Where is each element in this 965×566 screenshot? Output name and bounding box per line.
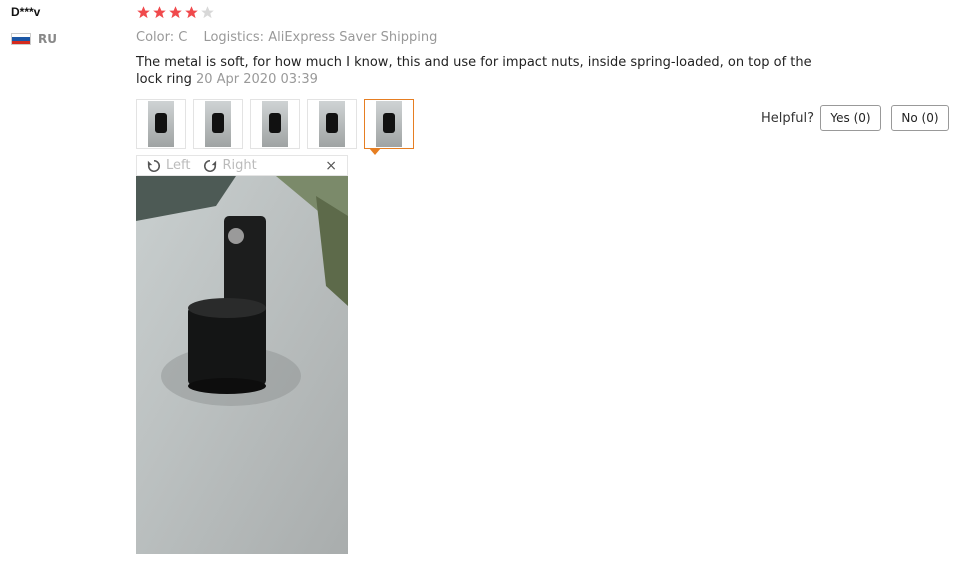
review-date: 20 Apr 2020 03:39	[195, 72, 318, 87]
star-icon	[137, 6, 150, 19]
rotate-right-icon	[204, 159, 217, 172]
photo-thumbnail[interactable]	[136, 99, 186, 149]
star-rating	[136, 5, 215, 20]
star-icon	[153, 6, 166, 19]
star-icon	[169, 6, 182, 19]
reviewer-name: D***v	[11, 5, 41, 19]
logistics-value: AliExpress Saver Shipping	[268, 30, 438, 45]
reviewer-country: RU	[11, 32, 57, 46]
country-code: RU	[38, 32, 57, 46]
rotate-right-label: Right	[222, 158, 257, 173]
review-photo	[136, 176, 348, 554]
close-icon[interactable]: ×	[325, 158, 337, 174]
russia-flag-icon	[11, 33, 31, 45]
photo-thumbnail[interactable]	[250, 99, 300, 149]
helpful-yes-button[interactable]: Yes (0)	[820, 105, 881, 131]
review-meta: Color: C Logistics: AliExpress Saver Shi…	[136, 30, 437, 45]
rotate-left-button[interactable]: Left	[147, 158, 190, 173]
helpful-label: Helpful?	[761, 111, 814, 126]
helpful-no-button[interactable]: No (0)	[891, 105, 949, 131]
color-value: C	[178, 30, 188, 45]
rotate-right-button[interactable]: Right	[203, 158, 257, 173]
photo-viewer: Left Right ×	[136, 155, 348, 554]
star-icon	[201, 6, 214, 19]
rotate-left-icon	[147, 159, 160, 172]
review-photo-thumbnails	[136, 99, 414, 149]
viewer-toolbar: Left Right ×	[136, 155, 348, 176]
rotate-left-label: Left	[166, 158, 191, 173]
photo-thumbnail[interactable]	[307, 99, 357, 149]
star-icon	[185, 6, 198, 19]
photo-thumbnail[interactable]	[193, 99, 243, 149]
active-thumbnail-pointer	[369, 148, 381, 155]
photo-thumbnail-active[interactable]	[364, 99, 414, 149]
color-label: Color:	[136, 30, 175, 45]
review-text: The metal is soft, for how much I know, …	[136, 54, 841, 88]
logistics-label: Logistics:	[203, 30, 265, 45]
